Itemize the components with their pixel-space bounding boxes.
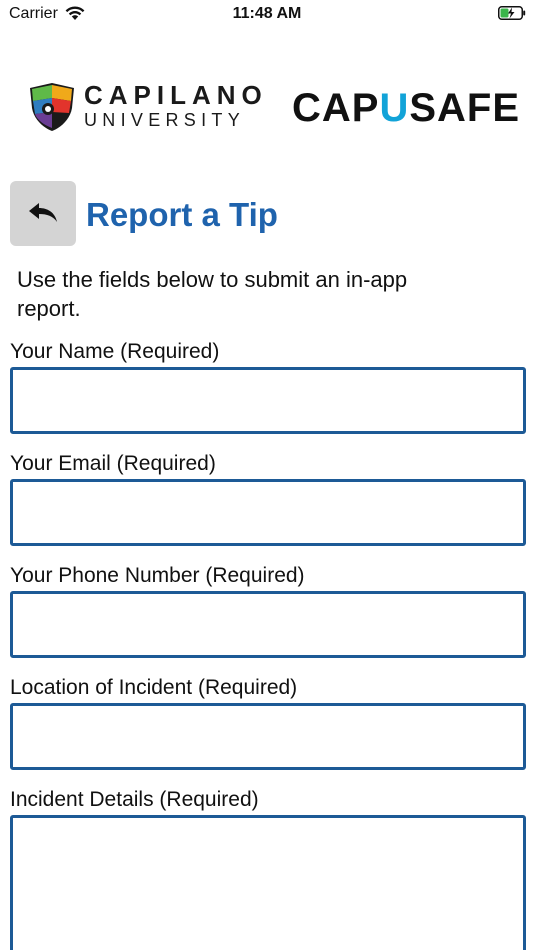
phone-input[interactable] [10, 591, 526, 658]
name-input[interactable] [10, 367, 526, 434]
details-textarea[interactable] [10, 815, 526, 950]
capusafe-logo: CAPUSAFE [292, 86, 520, 131]
capilano-line1: CAPILANO [84, 80, 268, 110]
page-title: Report a Tip [86, 196, 278, 233]
report-tip-screen: Carrier 11:48 AM CAPILANO UNIVERSITY CAP… [0, 0, 534, 950]
capusafe-u: U [379, 86, 410, 130]
email-label: Your Email (Required) [10, 452, 216, 475]
battery-charging-icon [498, 6, 526, 20]
reply-arrow-icon [29, 202, 57, 222]
logo-bar: CAPILANO UNIVERSITY CAPUSAFE [0, 78, 534, 138]
name-label: Your Name (Required) [10, 340, 220, 363]
capilano-line2: UNIVERSITY [84, 110, 246, 130]
location-label: Location of Incident (Required) [10, 676, 298, 699]
capusafe-cap: CAP [292, 86, 380, 130]
capusafe-safe: SAFE [409, 86, 521, 130]
email-input[interactable] [10, 479, 526, 546]
capilano-wordmark: CAPILANO UNIVERSITY [84, 82, 268, 129]
location-input[interactable] [10, 703, 526, 770]
phone-label: Your Phone Number (Required) [10, 564, 305, 587]
capilano-shield-logo-icon [30, 83, 74, 131]
details-label: Incident Details (Required) [10, 788, 259, 811]
status-bar: Carrier 11:48 AM [0, 0, 534, 30]
status-time: 11:48 AM [232, 5, 302, 22]
back-button[interactable] [10, 181, 76, 246]
intro-text: Use the fields below to submit an in-app… [17, 267, 408, 321]
